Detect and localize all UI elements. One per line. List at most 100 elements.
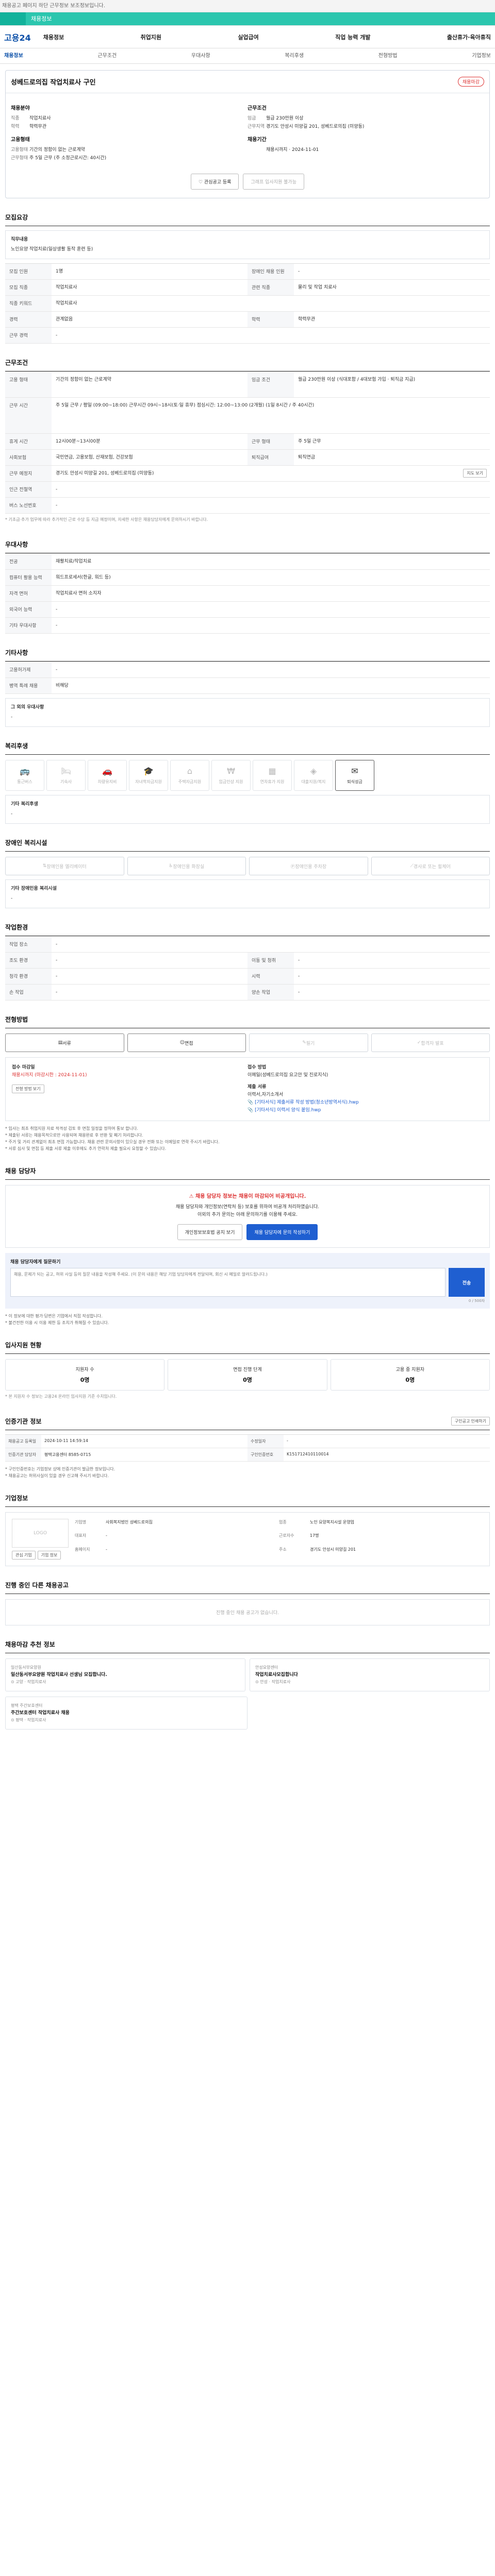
inquiry-button[interactable]: 채용 담당자에 문의 작성하기 [246,1224,318,1240]
other-pref-value: - [11,715,13,720]
company-value: - [106,1547,107,1552]
welfare-item: ▦ 연차휴가 지원 [253,760,292,791]
privacy-notice-button[interactable]: 개인정보보호법 공지 보기 [177,1224,243,1240]
company-key: 기업명 [75,1520,87,1524]
other-welfare-label: 기타 복리후생 [11,802,38,807]
scrap-button[interactable]: ♡ 관심공고 등록 [190,174,239,190]
attachment-name: [기타서식] 제출서류 작성 방법(청소년방역서식).hwp [255,1100,359,1105]
step-label: 서류 [62,1041,71,1046]
table-value: - [56,942,58,947]
summary-value: 주 5일 근무 (주 소정근로시간: 40시간) [29,156,107,161]
other-welfare-value: - [11,811,13,817]
other-preferences-box: 그 외의 우대사항 - [5,698,490,727]
car-icon: 🚗 [102,766,112,776]
tab-recruit-info[interactable]: 채용정보 [4,48,23,63]
site-logo[interactable]: 고용24 [4,31,31,43]
summary-key: 근무지역 [248,124,265,129]
job-description-box: 직무내용 노인요양 작업치료(일상생활 동작 훈련 등) [5,230,490,259]
meta-value: K151712410110014 [287,1452,329,1456]
nav-item[interactable]: 채용정보 [43,33,64,41]
tab-conditions[interactable]: 근무조건 [97,48,117,63]
table-key: 경력 [5,312,52,327]
process-detail-button[interactable]: 전형 방법 보기 [12,1084,44,1093]
recommend-region: 평택 [15,1718,23,1722]
welfare-icons: 🚌 통근버스 🛏 기숙사 🚗 차량유지비 🎓 자녀학자금지원 ⌂ 주택자금지원 ₩ 임금인상… [5,760,490,791]
welfare-item: ⌂ 주택자금지원 [170,760,209,791]
other-disability-label: 기타 장애인용 복리시설 [11,886,57,891]
recommend-card[interactable]: 평택 주간보호센터 주간보호센터 작업치료사 채용 ⊙ 평택 · 작업치료사 [5,1697,248,1730]
table-key: 사회보험 [5,450,52,465]
attachment-link[interactable]: 📎 [기타서식] 제출서류 작성 방법(청소년방역서식).hwp [248,1099,483,1107]
table-key: 근무 경력 [5,328,52,343]
site-header: 고용24 채용정보 취업지원 실업급여 직업 능력 개발 출산휴가·육아휴직 [0,26,495,48]
table-key: 학력 [248,312,294,327]
welfare-item: 🛏 기숙사 [46,760,86,791]
map-button[interactable]: 지도 보기 [463,469,487,478]
file-icon: 📎 [248,1108,255,1113]
table-key: 장애인 채용 인원 [248,264,294,279]
table-key: 전공 [5,554,52,569]
status-note: * 본 지원자 수 정보는 고용24 온라인 입사지원 기준 수치입니다. [5,1394,117,1399]
tab-welfare[interactable]: 복리후생 [285,48,304,63]
welfare-item-active: ✉ 퇴식성금 [335,760,374,791]
process-note: * 주거 및 거리 관계없이 최초 면접 가능합니다. 채용 관련 문의사항이 … [5,1140,220,1144]
company-value: 17명 [310,1533,319,1538]
summary-value: 작업치료사 [29,116,51,121]
recommend-card[interactable]: 안성요양센터 작업치료사모집합니다 ⊙ 안성 · 작업치료사 [250,1658,490,1691]
meta-key: 구인인증번호 [248,1448,284,1461]
tab-company[interactable]: 기업정보 [472,48,491,63]
facility-item: ⇅ 장애인용 엘리베이터 [5,857,124,875]
section-title-company: 기업정보 [5,1479,490,1507]
tab-process[interactable]: 전형방법 [378,48,398,63]
table-value: 월급 230만원 이상 (식대포함 / 4대보험 가입 · 퇴직금 지급) [298,377,416,382]
facility-label: 장애인용 엘리베이터 [46,864,87,870]
question-input[interactable] [10,1268,446,1297]
send-button[interactable]: 전송 [449,1268,485,1297]
other-pref-label: 그 외의 우대사항 [11,705,44,710]
company-value: 사회복지법인 성베드로의집 [106,1520,153,1524]
summary-key: 임금 [248,116,256,121]
company-detail-button[interactable]: 기업 정보 [37,1551,61,1560]
table-value: - [56,990,58,995]
welfare-label: 기숙사 [60,779,72,784]
interview-icon: ☺ [179,1040,185,1045]
table-value: - [56,974,58,979]
print-button[interactable]: 구인공고 인쇄하기 [451,1417,490,1426]
location-icon: ⊙ [11,1680,16,1684]
tab-preferences[interactable]: 우대사항 [191,48,210,63]
category-bar: 채용정보 [0,12,495,26]
top-notice: 채용공고 페이지 하단 근무정보 보조정보입니다. [0,0,495,12]
status-badge: 채용마감 [457,77,484,87]
section-title-environment: 작업환경 [5,908,490,936]
facility-label: 장애인용 주차장 [295,864,327,870]
welfare-label: 차량유지비 [97,779,117,784]
attachment-name: [기타서식] 이력서 양식 붙임.hwp [255,1108,321,1113]
nav-item[interactable]: 출산휴가·육아휴직 [447,33,491,41]
recommend-region: 안성 [260,1680,268,1684]
nav-item[interactable]: 취업지원 [141,33,161,41]
facility-label: 장애인용 화장실 [173,864,205,870]
restroom-icon: ♿ [169,863,173,869]
table-key: 양손 작업 [248,985,294,1000]
table-value: 12시00분~13시00분 [56,439,101,444]
table-key: 관련 직종 [248,280,294,295]
warning-line: 채용 담당자와 개인정보(연락처 등) 보호를 위하여 비공개 처리하였습니다. [175,1205,320,1210]
recommend-card[interactable]: 일산동서부요양원 일산동서부요양원 작업치료사 선생님 모집합니다. ⊙ 고양 … [5,1658,245,1691]
table-key: 컴퓨터 활용 능력 [5,570,52,585]
document-icon: ▤ [58,1040,63,1045]
warning-line: 이외의 추가 문의는 아래 문의하기를 이용해 주세요. [197,1212,298,1217]
job-desc-label: 직무내용 [11,237,28,242]
summary-heading: 고용형태 [11,137,30,143]
company-value: - [106,1533,107,1538]
attachment-link[interactable]: 📎 [기타서식] 이력서 양식 붙임.hwp [248,1107,483,1114]
nav-item[interactable]: 실업급여 [238,33,258,41]
application-stats: 지원자 수 0명 면접 진행 단계 0명 고용 중 지원자 0명 [5,1359,490,1391]
apply-button[interactable]: 그래프 입사지원 불가능 [243,174,304,190]
global-nav: 채용정보 취업지원 실업급여 직업 능력 개발 출산휴가·육아휴직 [43,33,491,41]
welfare-item: ◈ 대출지원/복지 [294,760,333,791]
nav-item[interactable]: 직업 능력 개발 [335,33,370,41]
table-key: 고용 형태 [5,372,52,397]
company-value: 경기도 안성시 미양길 201 [310,1547,356,1552]
table-value: - [56,667,58,672]
favorite-company-button[interactable]: 관심 기업 [12,1551,36,1560]
